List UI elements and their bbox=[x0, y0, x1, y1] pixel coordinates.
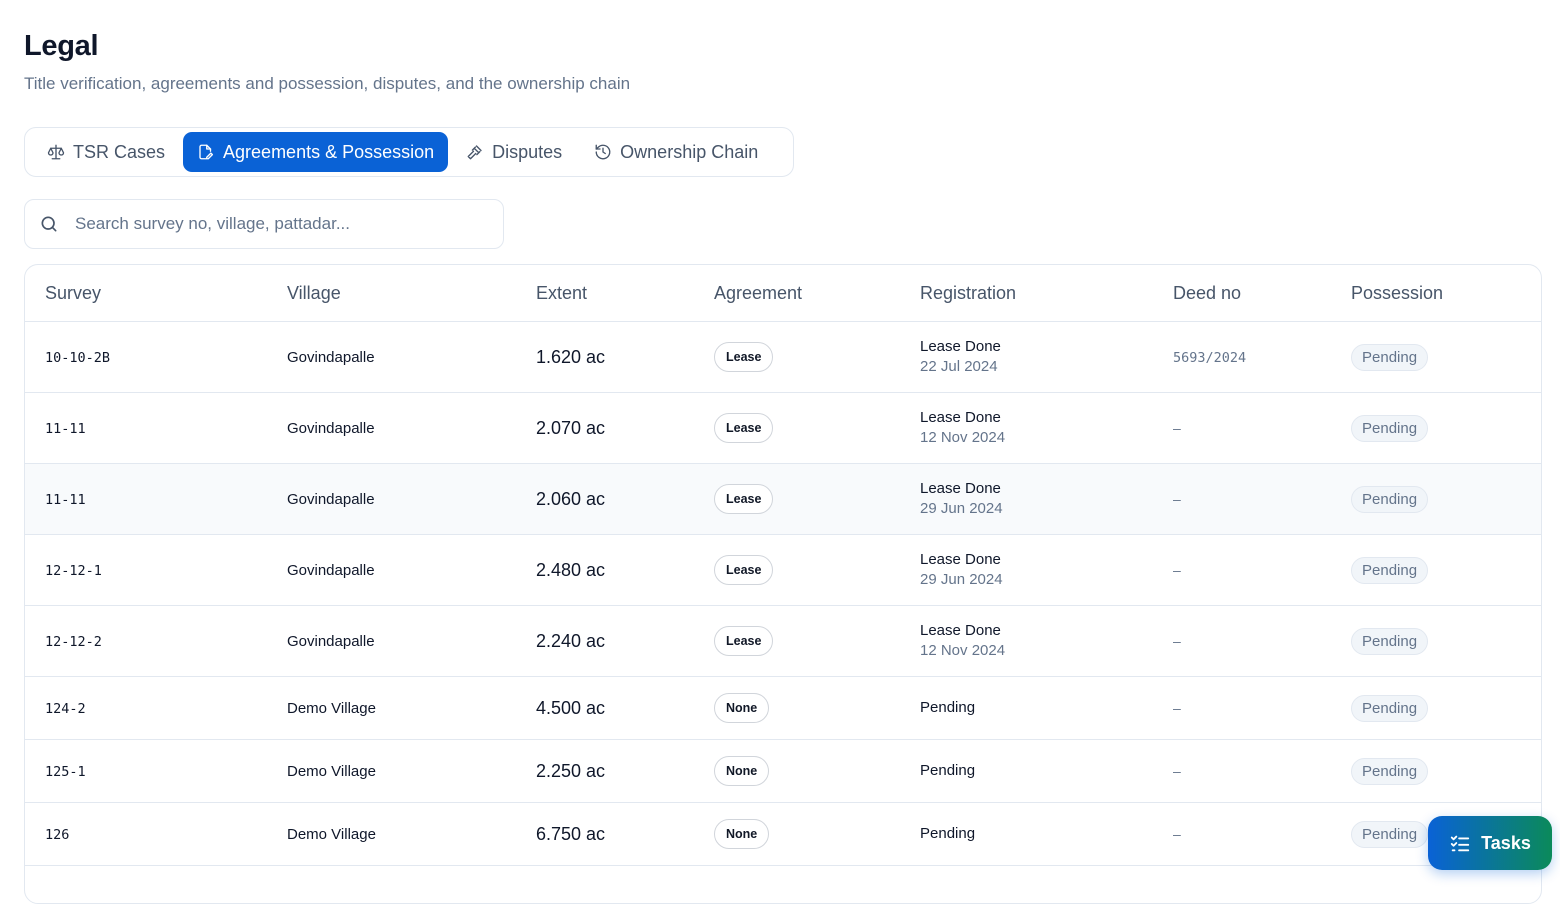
registration-date: 22 Jul 2024 bbox=[920, 358, 998, 375]
tasks-label: Tasks bbox=[1481, 832, 1531, 853]
tab-ownership-chain[interactable]: Ownership Chain bbox=[580, 132, 772, 172]
survey-number: 11-11 bbox=[45, 420, 86, 437]
deed-number: – bbox=[1173, 490, 1181, 507]
table-header-row: Survey Village Extent Agreement Registra… bbox=[25, 265, 1541, 322]
extent-value: 2.240 ac bbox=[536, 630, 606, 651]
table-row[interactable]: 10-10-2B Govindapalle 1.620 ac Lease Lea… bbox=[25, 321, 1541, 393]
survey-number: 12-12-1 bbox=[45, 562, 102, 579]
tab-label: Disputes bbox=[492, 141, 563, 162]
registration-date: 12 Nov 2024 bbox=[920, 429, 1006, 446]
tasks-button[interactable]: Tasks bbox=[1428, 816, 1552, 870]
deed-number: – bbox=[1173, 762, 1181, 779]
table-row[interactable]: 125-1 Demo Village 2.250 ac None Pending… bbox=[25, 739, 1541, 803]
survey-number: 11-11 bbox=[45, 491, 86, 508]
table-row[interactable]: 11-11 Govindapalle 2.060 ac Lease Lease … bbox=[25, 463, 1541, 535]
agreement-badge: Lease bbox=[714, 555, 774, 585]
extent-value: 6.750 ac bbox=[536, 823, 606, 844]
column-header-agreement[interactable]: Agreement bbox=[694, 265, 900, 322]
deed-number: – bbox=[1173, 419, 1181, 436]
possession-badge: Pending bbox=[1351, 820, 1429, 848]
village-name: Govindapalle bbox=[267, 463, 516, 535]
registration-status: Pending bbox=[920, 762, 976, 779]
possession-badge: Pending bbox=[1351, 414, 1429, 442]
registration-status: Lease Done bbox=[920, 480, 1001, 497]
list-checks-icon bbox=[1449, 832, 1471, 854]
registration-status: Lease Done bbox=[920, 338, 1001, 355]
column-header-survey[interactable]: Survey bbox=[25, 265, 267, 322]
search-icon bbox=[39, 214, 59, 234]
registration-status: Lease Done bbox=[920, 551, 1001, 568]
village-name: Govindapalle bbox=[267, 534, 516, 606]
agreement-badge: Lease bbox=[714, 626, 774, 656]
column-header-deed-no[interactable]: Deed no bbox=[1153, 265, 1331, 322]
extent-value: 1.620 ac bbox=[536, 346, 606, 367]
tab-disputes[interactable]: Disputes bbox=[452, 132, 576, 172]
page-subtitle: Title verification, agreements and posse… bbox=[24, 74, 631, 93]
registration-status: Pending bbox=[920, 699, 976, 716]
village-name: Demo Village bbox=[267, 676, 516, 740]
tab-tsr-cases[interactable]: TSR Cases bbox=[33, 132, 179, 172]
possession-badge: Pending bbox=[1351, 485, 1429, 513]
table-row[interactable]: 11-11 Govindapalle 2.070 ac Lease Lease … bbox=[25, 392, 1541, 464]
column-header-village[interactable]: Village bbox=[267, 265, 516, 322]
survey-number: 10-10-2B bbox=[45, 349, 111, 366]
survey-number: 125-1 bbox=[45, 763, 86, 780]
table-row[interactable]: 124-2 Demo Village 4.500 ac None Pending… bbox=[25, 676, 1541, 740]
tab-bar: TSR Cases Agreements & Possession Disput… bbox=[24, 127, 794, 177]
village-name: Govindapalle bbox=[267, 605, 516, 677]
agreement-badge: None bbox=[714, 693, 770, 723]
table-row[interactable]: 126 Demo Village 6.750 ac None Pending –… bbox=[25, 802, 1541, 866]
column-header-extent[interactable]: Extent bbox=[516, 265, 694, 322]
survey-number: 12-12-2 bbox=[45, 633, 102, 650]
extent-value: 2.250 ac bbox=[536, 760, 606, 781]
agreement-badge: Lease bbox=[714, 484, 774, 514]
village-name: Demo Village bbox=[267, 739, 516, 803]
tab-label: Agreements & Possession bbox=[223, 141, 435, 162]
agreements-table: Survey Village Extent Agreement Registra… bbox=[24, 264, 1542, 904]
registration-status: Lease Done bbox=[920, 409, 1001, 426]
history-icon bbox=[594, 143, 612, 161]
tab-agreements-possession[interactable]: Agreements & Possession bbox=[183, 132, 449, 172]
column-header-possession[interactable]: Possession bbox=[1331, 265, 1541, 322]
survey-number: 124-2 bbox=[45, 700, 86, 717]
tab-label: Ownership Chain bbox=[620, 141, 759, 162]
file-pen-icon bbox=[197, 143, 215, 161]
deed-number: – bbox=[1173, 561, 1181, 578]
registration-date: 29 Jun 2024 bbox=[920, 571, 1003, 588]
possession-badge: Pending bbox=[1351, 627, 1429, 655]
deed-number: – bbox=[1173, 825, 1181, 842]
extent-value: 2.480 ac bbox=[536, 559, 606, 580]
possession-badge: Pending bbox=[1351, 556, 1429, 584]
village-name: Govindapalle bbox=[267, 392, 516, 464]
village-name: Demo Village bbox=[267, 802, 516, 866]
table-row[interactable]: 12-12-2 Govindapalle 2.240 ac Lease Leas… bbox=[25, 605, 1541, 677]
agreement-badge: None bbox=[714, 756, 770, 786]
page-title: Legal bbox=[24, 30, 99, 62]
agreement-badge: None bbox=[714, 819, 770, 849]
extent-value: 4.500 ac bbox=[536, 697, 606, 718]
village-name: Govindapalle bbox=[267, 321, 516, 393]
deed-number: – bbox=[1173, 699, 1181, 716]
possession-badge: Pending bbox=[1351, 757, 1429, 785]
registration-date: 12 Nov 2024 bbox=[920, 642, 1006, 659]
tab-label: TSR Cases bbox=[73, 141, 166, 162]
table-row[interactable]: 12-12-1 Govindapalle 2.480 ac Lease Leas… bbox=[25, 534, 1541, 606]
agreement-badge: Lease bbox=[714, 413, 774, 443]
scale-icon bbox=[47, 143, 65, 161]
survey-number: 126 bbox=[45, 826, 70, 843]
search-box bbox=[24, 199, 504, 249]
agreement-badge: Lease bbox=[714, 342, 774, 372]
extent-value: 2.060 ac bbox=[536, 488, 606, 509]
column-header-registration[interactable]: Registration bbox=[900, 265, 1153, 322]
possession-badge: Pending bbox=[1351, 343, 1429, 371]
registration-status: Lease Done bbox=[920, 622, 1001, 639]
deed-number: – bbox=[1173, 632, 1181, 649]
extent-value: 2.070 ac bbox=[536, 417, 606, 438]
search-input[interactable] bbox=[73, 213, 477, 235]
registration-status: Pending bbox=[920, 825, 976, 842]
gavel-icon bbox=[466, 143, 484, 161]
registration-date: 29 Jun 2024 bbox=[920, 500, 1003, 517]
deed-number: 5693/2024 bbox=[1173, 349, 1247, 366]
possession-badge: Pending bbox=[1351, 694, 1429, 722]
